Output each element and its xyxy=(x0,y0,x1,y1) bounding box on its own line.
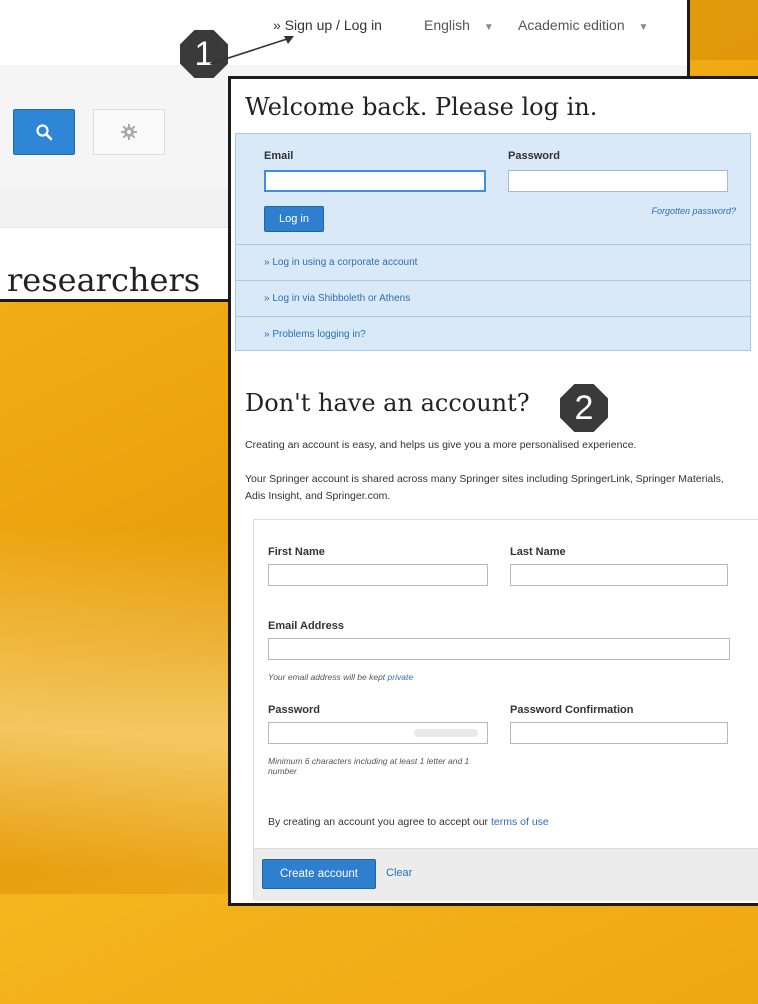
email-address-label: Email Address xyxy=(268,620,345,632)
search-button[interactable] xyxy=(13,109,75,155)
signup-title: Don't have an account? xyxy=(245,389,530,417)
email-hint-text: Your email address will be kept xyxy=(268,672,386,682)
password-hint: Minimum 6 characters including at least … xyxy=(268,756,470,776)
email-field[interactable] xyxy=(264,170,486,192)
top-bar: » Sign up / Log in English ▼ Academic ed… xyxy=(0,0,687,65)
private-link[interactable]: private xyxy=(388,672,414,682)
terms-of-use-link[interactable]: terms of use xyxy=(491,816,549,828)
annotation-badge-2: 2 xyxy=(560,384,608,432)
chevron-down-icon: ▼ xyxy=(638,22,649,33)
edition-select[interactable]: Academic edition ▼ xyxy=(518,17,648,33)
last-name-field[interactable] xyxy=(510,564,728,586)
chevron-down-icon: ▼ xyxy=(483,22,494,33)
login-button[interactable]: Log in xyxy=(264,206,324,232)
password-confirmation-field[interactable] xyxy=(510,722,728,744)
email-label: Email xyxy=(264,150,294,162)
signup-intro: Creating an account is easy, and helps u… xyxy=(245,439,637,451)
password-confirmation-label: Password Confirmation xyxy=(510,704,634,716)
clear-link[interactable]: Clear xyxy=(386,867,412,879)
first-name-label: First Name xyxy=(268,546,325,558)
gear-icon xyxy=(121,124,137,140)
terms-text: By creating an account you agree to acce… xyxy=(268,816,489,828)
problems-login-link[interactable]: » Problems logging in? xyxy=(236,316,750,352)
first-name-field[interactable] xyxy=(268,564,488,586)
email-hint: Your email address will be kept private xyxy=(268,672,413,682)
login-screenshot: Welcome back. Please log in. Email Passw… xyxy=(228,76,758,906)
signup-shared-text: Your Springer account is shared across m… xyxy=(245,473,724,502)
shibboleth-login-link[interactable]: » Log in via Shibboleth or Athens xyxy=(236,280,750,316)
login-form: Email Password Log in Forgotten password… xyxy=(235,133,751,351)
password-field[interactable] xyxy=(508,170,728,192)
signup-form: First Name Last Name Email Address Your … xyxy=(253,519,758,901)
password-label: Password xyxy=(268,704,320,716)
email-address-field[interactable] xyxy=(268,638,730,660)
language-label: English xyxy=(424,17,470,33)
create-account-button[interactable]: Create account xyxy=(262,859,376,889)
arrow-icon xyxy=(210,36,294,65)
terms-notice: By creating an account you agree to acce… xyxy=(268,816,549,828)
last-name-label: Last Name xyxy=(510,546,566,558)
hero-text: researchers xyxy=(7,261,201,299)
settings-button[interactable] xyxy=(93,109,165,155)
password-label: Password xyxy=(508,150,560,162)
corporate-login-link[interactable]: » Log in using a corporate account xyxy=(236,244,750,280)
search-icon xyxy=(36,124,53,141)
signup-footer: Create account Clear xyxy=(254,848,758,901)
forgotten-password-link[interactable]: Forgotten password? xyxy=(651,206,736,216)
password-strength-meter xyxy=(414,729,478,737)
signup-password-field[interactable] xyxy=(268,722,488,744)
edition-label: Academic edition xyxy=(518,17,625,33)
login-title: Welcome back. Please log in. xyxy=(245,93,598,121)
language-select[interactable]: English ▼ xyxy=(424,17,494,33)
